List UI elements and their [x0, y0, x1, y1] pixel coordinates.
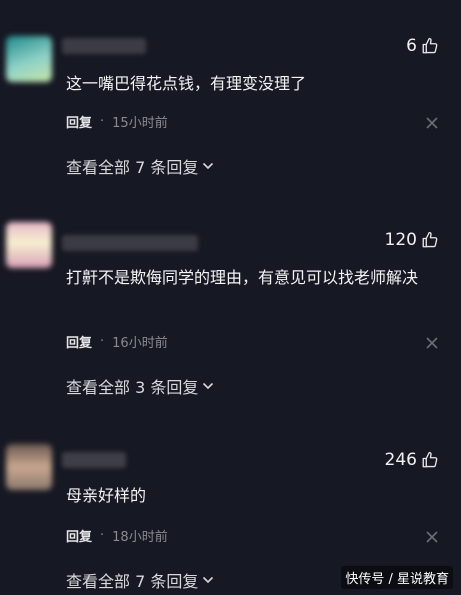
- thumbs-up-icon[interactable]: [421, 231, 439, 249]
- reply-button[interactable]: 回复: [66, 332, 92, 351]
- view-all-replies-label: 查看全部 7 条回复: [66, 158, 199, 177]
- username-blurred[interactable]: [62, 235, 198, 251]
- chevron-down-icon: [203, 576, 214, 584]
- thumbs-up-icon[interactable]: [421, 451, 439, 469]
- avatar[interactable]: [6, 444, 52, 490]
- close-icon[interactable]: [425, 336, 439, 350]
- view-all-replies-label: 查看全部 3 条回复: [66, 378, 199, 397]
- like-count: 246: [384, 450, 417, 470]
- comment-meta: 回复 · 15小时前: [66, 112, 168, 131]
- thumbs-up-icon[interactable]: [421, 37, 439, 55]
- view-all-replies-button[interactable]: 查看全部 3 条回复: [66, 374, 214, 398]
- timestamp: 16小时前: [112, 336, 168, 351]
- username-blurred[interactable]: [62, 38, 146, 54]
- timestamp: 15小时前: [112, 116, 168, 131]
- close-icon[interactable]: [425, 116, 439, 130]
- source-watermark: 快传号 / 星说教育: [341, 566, 453, 589]
- like-count: 6: [406, 36, 417, 56]
- like-control[interactable]: 120: [385, 230, 439, 250]
- comment-text: 打鼾不是欺侮同学的理由，有意见可以找老师解决: [66, 268, 419, 287]
- timestamp: 18小时前: [112, 530, 168, 545]
- chevron-down-icon: [203, 382, 214, 390]
- comment-meta: 回复 · 18小时前: [66, 526, 168, 545]
- comment-text: 这一嘴巴得花点钱，有理变没理了: [66, 74, 307, 93]
- separator-dot: ·: [100, 334, 105, 349]
- view-all-replies-button[interactable]: 查看全部 7 条回复: [66, 568, 214, 592]
- view-all-replies-label: 查看全部 7 条回复: [66, 572, 199, 591]
- like-control[interactable]: 246: [385, 450, 439, 470]
- comment-text: 母亲好样的: [66, 486, 147, 505]
- like-control[interactable]: 6: [406, 36, 439, 56]
- view-all-replies-button[interactable]: 查看全部 7 条回复: [66, 154, 214, 178]
- reply-button[interactable]: 回复: [66, 112, 92, 131]
- avatar[interactable]: [6, 222, 52, 268]
- chevron-down-icon: [203, 162, 214, 170]
- like-count: 120: [384, 230, 417, 250]
- separator-dot: ·: [100, 528, 105, 543]
- separator-dot: ·: [100, 114, 105, 129]
- reply-button[interactable]: 回复: [66, 526, 92, 545]
- comment-meta: 回复 · 16小时前: [66, 332, 168, 351]
- close-icon[interactable]: [425, 530, 439, 544]
- username-blurred[interactable]: [62, 452, 126, 468]
- avatar[interactable]: [6, 36, 52, 82]
